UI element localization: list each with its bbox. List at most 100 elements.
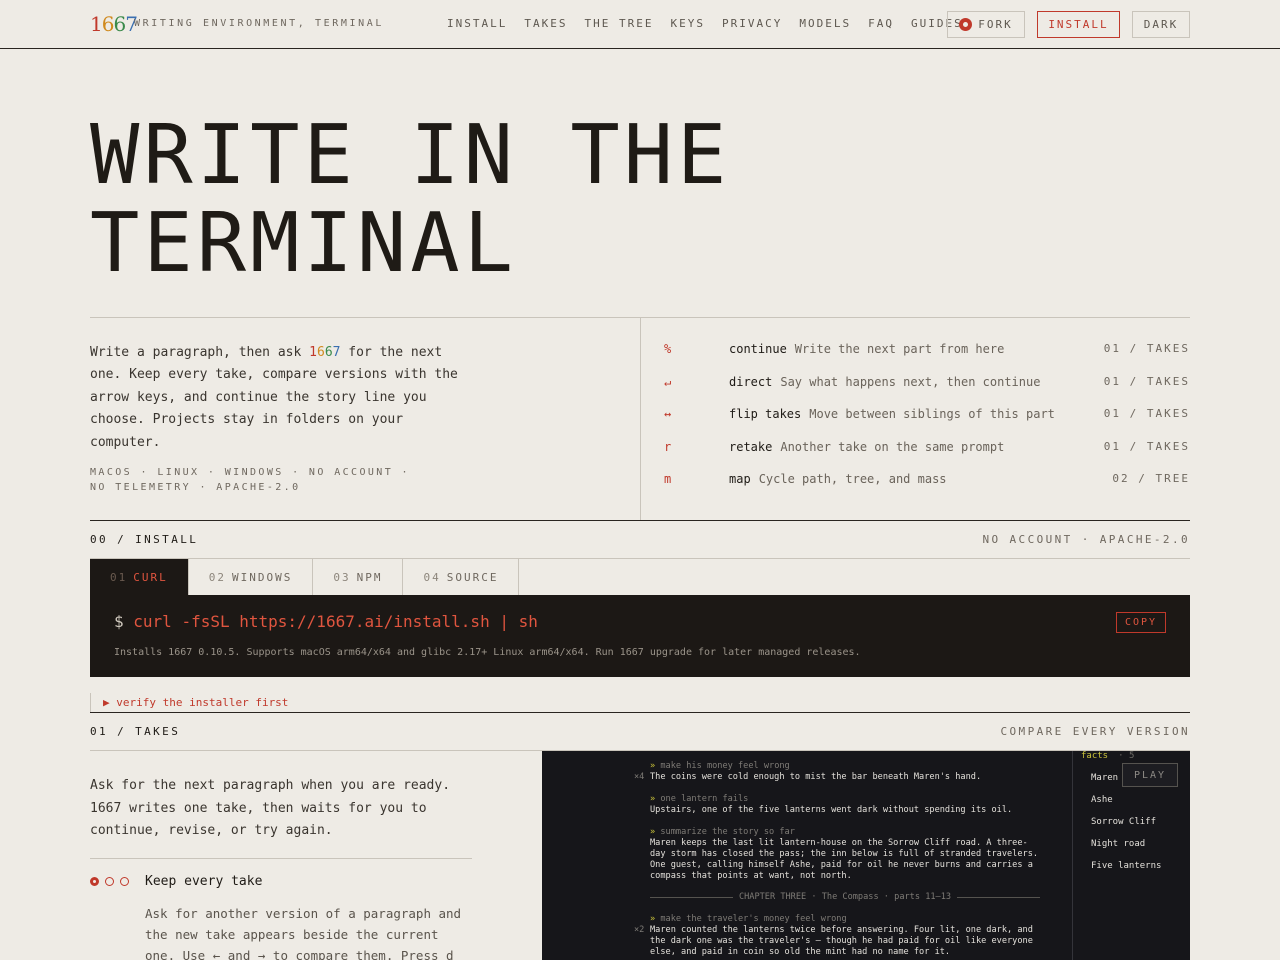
story-block: » summarize the story so far Maren keeps… [650,827,1040,882]
story-text: Maren counted the lanterns twice before … [650,925,1033,957]
shell-prompt: $ [114,612,124,631]
fact-item[interactable]: Five lanterns [1091,861,1161,871]
install-command[interactable]: $ curl -fsSL https://1667.ai/install.sh … [114,612,538,631]
story-prompt: summarize the story so far [660,827,795,837]
feature-title: Keep every take [145,874,263,889]
key-section-tag[interactable]: 01 / TAKES [1104,375,1190,388]
tab-label: NPM [356,570,383,584]
brand-digit: 1 [90,12,103,36]
feature-body: Ask for another version of a paragraph a… [145,906,462,960]
tab-number: 04 [423,570,441,584]
hero-line-1: WRITE IN THE [90,108,731,203]
install-terminal: $ curl -fsSL https://1667.ai/install.sh … [90,595,1190,677]
nav-install[interactable]: INSTALL [447,17,507,30]
prompt-arrow-icon: » [650,794,656,804]
tab-label: WINDOWS [232,570,293,584]
key-symbol: ↵ [664,374,672,389]
install-command-text: curl -fsSL https://1667.ai/install.sh | … [133,612,538,631]
take-count: ×2 [634,925,645,935]
story-transcript: ×4 » make his money feel wrong The coins… [634,761,1041,960]
nav-faq[interactable]: FAQ [868,17,894,30]
platform-list: MACOS · LINUX · WINDOWS · NO ACCOUNT · N… [90,467,410,493]
hero-line-2: TERMINAL [90,196,517,291]
brand-logo[interactable]: 1667 [90,12,138,36]
story-block: ×4 » make his money feel wrong The coins… [634,761,1040,783]
chapter-divider: CHAPTER THREE · The Compass · parts 11–1… [650,892,1041,903]
tab-label: SOURCE [446,570,499,584]
key-description: Move between siblings of this part [809,407,1055,421]
nav-takes[interactable]: TAKES [524,17,567,30]
key-description: Write the next part from here [794,342,1005,356]
story-prompt: make the traveler's money feel wrong [660,914,847,924]
tab-npm[interactable]: 03 NPM [313,559,404,595]
tab-curl[interactable]: 01 CURL [90,559,189,595]
key-section-tag[interactable]: 01 / TAKES [1104,440,1190,453]
key-symbol: r [664,439,672,454]
nav-privacy[interactable]: PRIVACY [722,17,782,30]
verify-installer-toggle[interactable]: ▶ verify the installer first [90,693,288,712]
take-dot[interactable] [105,877,114,886]
nav-keys[interactable]: KEYS [670,17,705,30]
intro-pre: Write a paragraph, then ask [90,345,310,360]
nav-the-tree[interactable]: THE TREE [584,17,653,30]
install-section-label: 00 / INSTALL [90,533,199,546]
key-command: retake [729,439,773,454]
top-bar: 1667 WRITING ENVIRONMENT, TERMINAL INSTA… [0,0,1280,49]
prompt-arrow-icon: » [650,827,656,837]
play-button[interactable]: PLAY [1122,763,1178,787]
tab-source[interactable]: 04 SOURCE [403,559,520,595]
take-dot[interactable] [120,877,129,886]
brand-digit: 6 [101,12,115,36]
tab-number: 03 [333,570,351,584]
chapter-label: CHAPTER THREE · The Compass · parts 11–1… [738,892,952,902]
facts-count: 5 [1128,751,1135,761]
key-row-flip-takes: ↔ flip takes Move between siblings of thi… [664,407,1190,440]
brand-digit: 1 [309,345,317,360]
key-row-direct: ↵ direct Say what happens next, then cont… [664,375,1190,408]
key-command: map [729,472,751,486]
story-text: The coins were cold enough to mist the b… [650,772,982,782]
tab-number: 02 [208,570,226,584]
demo-terminal: ×4 » make his money feel wrong The coins… [542,751,1190,960]
key-row-continue: % continue Write the next part from here … [664,342,1190,375]
brand-digit: 6 [113,12,126,36]
hero-title: WRITE IN THE TERMINAL [90,112,730,288]
intro-text: Write a paragraph, then ask 1667 for the… [90,342,470,454]
install-button[interactable]: INSTALL [1037,11,1120,38]
takes-intro: Ask for the next paragraph when you are … [90,778,451,838]
take-dot-active[interactable] [90,877,99,886]
fact-item[interactable]: Ashe [1091,795,1113,805]
tab-label: CURL [133,570,168,584]
divider [90,520,1190,521]
theme-toggle-button[interactable]: DARK [1132,11,1190,38]
copy-button[interactable]: COPY [1116,612,1166,633]
story-text: Maren keeps the last lit lantern-house o… [650,838,1039,881]
key-command: direct [729,374,773,389]
fork-label: FORK [978,18,1013,31]
take-indicator [90,877,135,886]
divider [90,858,472,859]
fork-button[interactable]: FORK [947,11,1025,38]
key-section-tag[interactable]: 02 / TREE [1112,472,1190,485]
fact-item[interactable]: Maren [1091,773,1118,783]
key-row-retake: r retake Another take on the same prompt … [664,440,1190,473]
brand-digit: 6 [316,345,325,360]
fact-item[interactable]: Night road [1091,839,1145,849]
key-list: % continue Write the next part from here … [664,342,1190,505]
takes-section-meta: COMPARE EVERY VERSION [1000,725,1190,738]
install-tabs: 01 CURL 02 WINDOWS 03 NPM 04 SOURCE [90,559,1190,595]
tab-windows[interactable]: 02 WINDOWS [189,559,314,595]
facts-separator: · [1118,751,1124,761]
key-description: Another take on the same prompt [780,439,1005,454]
nav-models[interactable]: MODELS [799,17,851,30]
prompt-arrow-icon: » [650,761,656,771]
fact-item[interactable]: Sorrow Cliff [1091,817,1156,827]
key-section-tag[interactable]: 01 / TAKES [1104,342,1190,355]
take-count: ×4 [634,772,645,782]
column-divider [640,318,641,520]
key-section-tag[interactable]: 01 / TAKES [1104,407,1190,420]
story-block: » one lantern fails Upstairs, one of the… [650,794,1040,816]
facts-label: facts [1081,751,1109,761]
brand-digit: 6 [324,345,333,360]
github-icon [959,18,973,31]
